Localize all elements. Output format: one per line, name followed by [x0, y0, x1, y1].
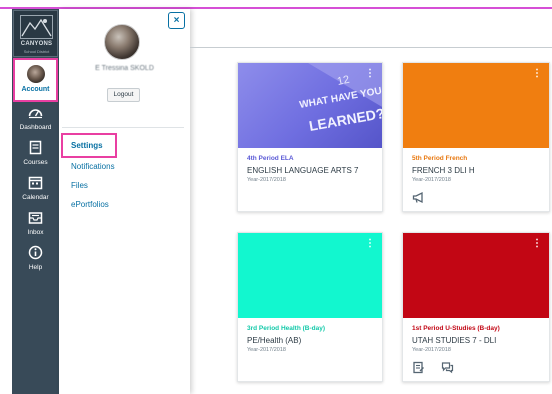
course-nickname: 5th Period French — [412, 155, 468, 162]
notifications-link[interactable]: Notifications — [71, 162, 115, 171]
mountain-logo-icon — [20, 15, 53, 39]
tray-divider — [62, 127, 184, 128]
school-logo[interactable]: CANYONS School District — [13, 10, 58, 57]
nav-calendar[interactable]: Calendar — [12, 173, 59, 207]
clock-image-icon: 12 WHAT HAVE YOU LEARNED? — [299, 63, 382, 134]
settings-link[interactable]: Settings — [71, 141, 103, 150]
course-term: Year-2017/2018 — [412, 347, 451, 353]
header-divider — [190, 47, 552, 48]
svg-text:12: 12 — [336, 74, 350, 88]
nav-courses-label: Courses — [23, 159, 48, 166]
course-name: ENGLISH LANGUAGE ARTS 7 — [247, 166, 359, 175]
course-card[interactable]: ⋮ 3rd Period Health (B-day) PE/Health (A… — [237, 232, 383, 382]
global-navigation: CANYONS School District Account Dashboar… — [12, 9, 59, 394]
course-nickname: 3rd Period Health (B-day) — [247, 325, 326, 332]
course-term: Year-2017/2018 — [412, 177, 451, 183]
discussions-icon[interactable] — [441, 361, 454, 374]
course-card[interactable]: ⋮ 1st Period U-Studies (B-day) UTAH STUD… — [402, 232, 550, 382]
card-options-icon[interactable]: ⋮ — [365, 239, 375, 249]
hero-text-line2: LEARNED? — [308, 105, 382, 134]
account-avatar — [27, 65, 45, 83]
nav-dashboard[interactable]: Dashboard — [12, 103, 59, 137]
assignments-icon[interactable] — [412, 361, 425, 374]
card-options-icon[interactable]: ⋮ — [532, 69, 542, 79]
logo-text: CANYONS — [20, 41, 53, 47]
logout-button[interactable]: Logout — [107, 88, 140, 102]
nav-inbox[interactable]: Inbox — [12, 208, 59, 242]
course-card-hero — [238, 233, 382, 318]
course-card-hero — [403, 63, 549, 148]
user-name: E Tressina SKOLD — [95, 65, 154, 72]
course-name: UTAH STUDIES 7 - DLI — [412, 336, 497, 345]
help-icon — [28, 245, 43, 260]
inbox-icon — [28, 212, 43, 224]
card-action-icons — [412, 191, 437, 209]
courses-icon — [29, 140, 42, 155]
dashboard-icon — [28, 109, 43, 119]
course-term: Year-2017/2018 — [247, 177, 286, 183]
course-card-hero: 12 WHAT HAVE YOU LEARNED? — [238, 63, 382, 148]
user-avatar — [104, 24, 140, 60]
nav-help-label: Help — [28, 264, 43, 271]
course-term: Year-2017/2018 — [247, 347, 286, 353]
card-options-icon[interactable]: ⋮ — [200, 239, 210, 249]
card-options-icon[interactable]: ⋮ — [365, 69, 375, 79]
course-nickname: 1st Period U-Studies (B-day) — [412, 325, 500, 332]
card-options-icon[interactable]: ⋮ — [200, 69, 210, 79]
logo-subtext: School District — [23, 49, 50, 54]
nav-calendar-label: Calendar — [22, 194, 49, 201]
nav-inbox-label: Inbox — [27, 229, 44, 236]
nav-courses[interactable]: Courses — [12, 138, 59, 172]
nav-dashboard-label: Dashboard — [19, 124, 52, 131]
card-options-icon[interactable]: ⋮ — [532, 239, 542, 249]
course-card-hero — [403, 233, 549, 318]
course-nickname: 4th Period ELA — [247, 155, 294, 162]
files-link[interactable]: Files — [71, 181, 88, 190]
nav-account[interactable]: Account — [13, 58, 58, 102]
course-card[interactable]: ⋮ 5th Period French FRENCH 3 DLI H Year-… — [402, 62, 550, 212]
close-tray-button[interactable]: × — [168, 12, 185, 29]
course-name: PE/Health (AB) — [247, 336, 302, 345]
course-card[interactable]: 12 WHAT HAVE YOU LEARNED? ⋮ 4th Period E… — [237, 62, 383, 212]
calendar-icon — [28, 176, 43, 190]
card-action-icons — [412, 361, 466, 379]
announcements-icon[interactable] — [412, 191, 425, 204]
nav-account-label: Account — [21, 86, 50, 93]
nav-help[interactable]: Help — [12, 243, 59, 277]
eportfolios-link[interactable]: ePortfolios — [71, 200, 109, 209]
course-name: FRENCH 3 DLI H — [412, 166, 475, 175]
